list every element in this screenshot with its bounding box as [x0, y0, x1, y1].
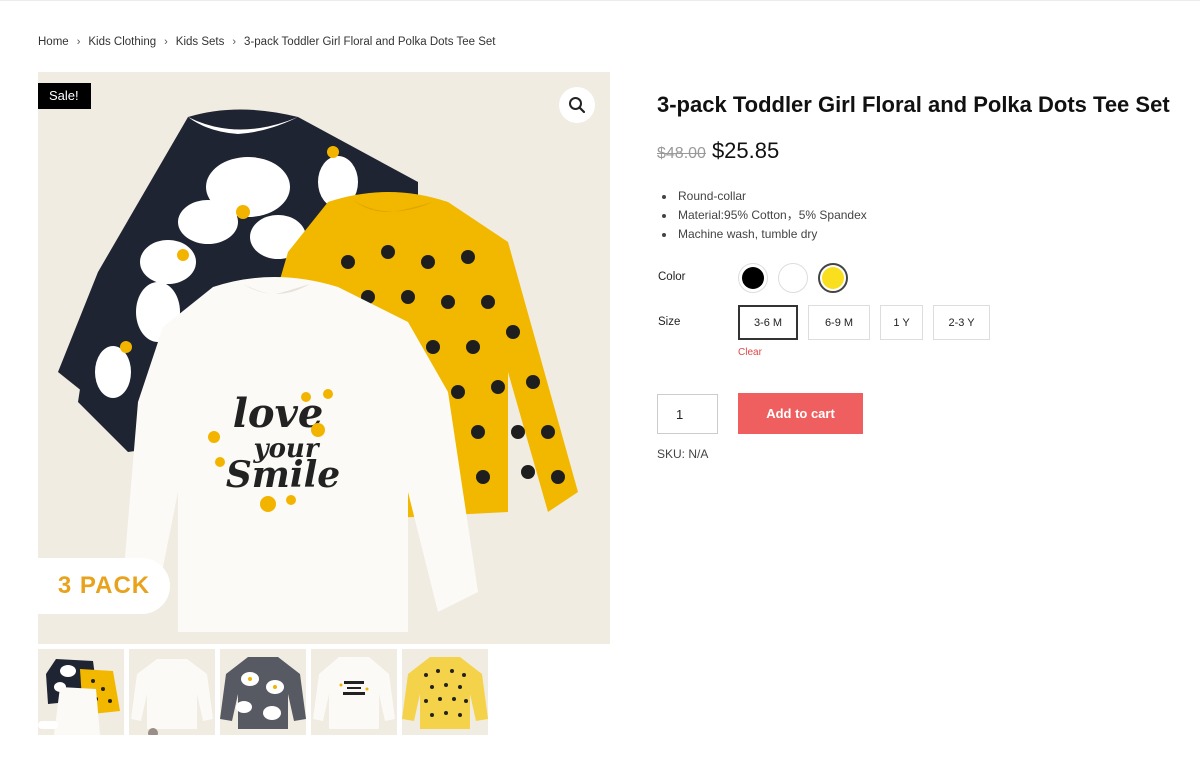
thumbnail-print-tee[interactable]: [311, 649, 397, 735]
sale-badge: Sale!: [38, 83, 91, 109]
thumbnail-floral-tee-image: [220, 649, 306, 735]
clear-selection-link[interactable]: Clear: [738, 347, 762, 358]
thumbnail-set[interactable]: [38, 649, 124, 735]
feature-item: Material:95% Cotton，5% Spandex: [662, 206, 867, 225]
swatch-fill: [782, 267, 804, 289]
svg-text:Smile: Smile: [226, 454, 340, 496]
swatch-fill: [742, 267, 764, 289]
size-label: Size: [658, 316, 681, 328]
top-divider: [0, 0, 1200, 1]
size-options: 3-6 M 6-9 M 1 Y 2-3 Y: [738, 305, 990, 340]
quantity-input[interactable]: [657, 394, 718, 434]
color-label: Color: [658, 271, 686, 283]
sku-text: SKU: N/A: [657, 447, 709, 461]
thumbnail-print-tee-image: [311, 649, 397, 735]
breadcrumb-current: 3-pack Toddler Girl Floral and Polka Dot…: [244, 36, 496, 48]
old-price: $48.00: [657, 145, 706, 162]
feature-item: Round-collar: [662, 187, 867, 206]
feature-item: Machine wash, tumble dry: [662, 225, 867, 244]
color-swatch-black[interactable]: [738, 263, 768, 293]
bullet-icon: [662, 213, 666, 218]
product-title: 3-pack Toddler Girl Floral and Polka Dot…: [657, 92, 1170, 117]
color-swatches: [738, 263, 848, 293]
add-to-cart-button[interactable]: Add to cart: [738, 393, 863, 434]
bullet-icon: [662, 194, 666, 199]
breadcrumb-separator-icon: ›: [232, 36, 237, 48]
thumbnail-polka-tee[interactable]: [402, 649, 488, 735]
thumbnail-white-tee[interactable]: [129, 649, 215, 735]
feature-text: Round-collar: [678, 189, 747, 203]
feature-text: Material:95% Cotton，5% Spandex: [678, 208, 867, 222]
sale-price: $25.85: [711, 138, 780, 163]
thumbnail-white-tee-image: [129, 649, 215, 735]
price-row: $48.00 $25.85: [657, 138, 779, 164]
pack-badge: 3 PACK: [38, 558, 170, 614]
size-option-1y[interactable]: 1 Y: [880, 305, 923, 340]
breadcrumb: Home › Kids Clothing › Kids Sets › 3-pac…: [38, 36, 495, 48]
search-icon: [569, 97, 586, 114]
color-swatch-white[interactable]: [778, 263, 808, 293]
size-option-6-9m[interactable]: 6-9 M: [808, 305, 870, 340]
zoom-button[interactable]: [559, 87, 595, 123]
swatch-fill: [822, 267, 844, 289]
size-option-3-6m[interactable]: 3-6 M: [738, 305, 798, 340]
thumbnail-strip: [38, 649, 488, 735]
breadcrumb-kids-clothing[interactable]: Kids Clothing: [88, 36, 156, 48]
bullet-icon: [662, 232, 666, 237]
breadcrumb-kids-sets[interactable]: Kids Sets: [176, 36, 225, 48]
size-option-2-3y[interactable]: 2-3 Y: [933, 305, 990, 340]
color-swatch-yellow[interactable]: [818, 263, 848, 293]
breadcrumb-separator-icon: ›: [164, 36, 168, 48]
thumbnail-polka-tee-image: [402, 649, 488, 735]
breadcrumb-separator-icon: ›: [76, 36, 81, 48]
feature-text: Machine wash, tumble dry: [678, 227, 818, 241]
breadcrumb-home[interactable]: Home: [38, 36, 69, 48]
thumbnail-set-image: [38, 649, 124, 735]
main-product-image[interactable]: love your Smile Sale! 3 PACK: [38, 72, 610, 644]
thumbnail-floral-tee[interactable]: [220, 649, 306, 735]
feature-list: Round-collar Material:95% Cotton，5% Span…: [662, 187, 867, 244]
